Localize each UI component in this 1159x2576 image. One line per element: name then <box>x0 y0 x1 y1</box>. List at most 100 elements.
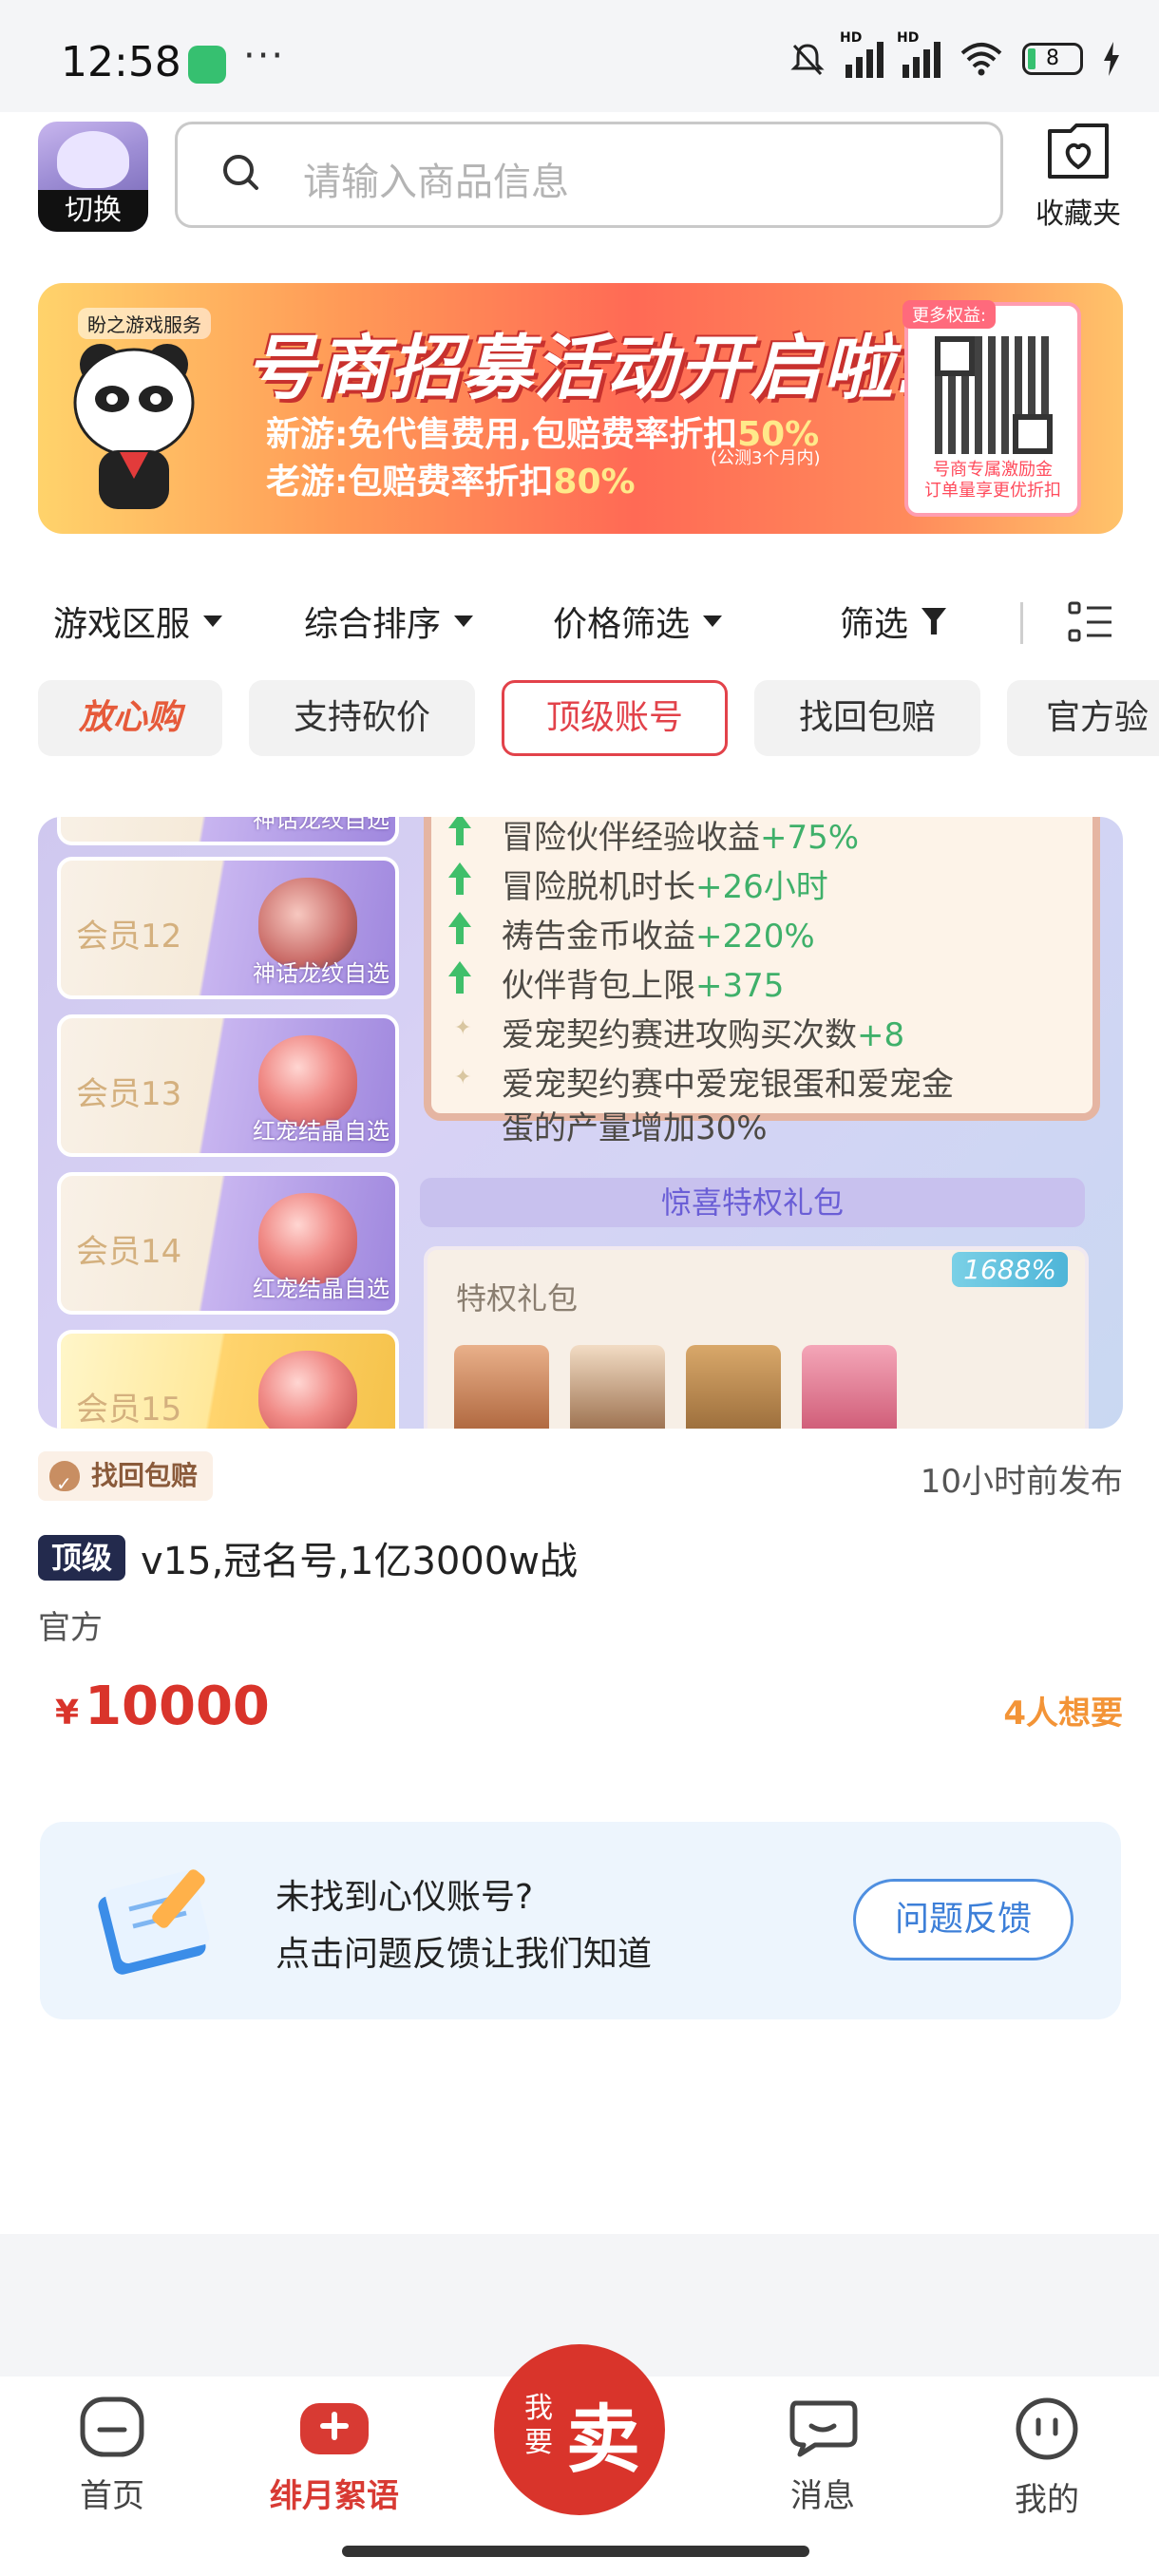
gift-box: 特权礼包 1688% <box>424 1246 1089 1429</box>
tier-caption: 红宠结晶自选 <box>253 1276 390 1302</box>
tab-game[interactable]: 绯月絮语 <box>258 2396 410 2516</box>
gift-crystal-icon <box>570 1345 665 1429</box>
filter-sort[interactable]: 综合排序 <box>304 597 474 646</box>
tag-chip-bargain[interactable]: 支持砍价 <box>249 680 475 756</box>
tab-home[interactable]: 首页 <box>36 2396 188 2516</box>
status-icons: HD HD 8 <box>788 30 1121 78</box>
perk-line: ✦ 爱宠契约赛进攻购买次数+8 <box>454 1009 904 1055</box>
filter-server-label: 游戏区服 <box>53 605 191 644</box>
promo-banner[interactable]: 盼之游戏服务 号商招募活动开启啦! 新游:免代售费用,包赔费率折扣50% 老游:… <box>38 283 1123 534</box>
price-value: 10000 <box>85 1676 270 1737</box>
wifi-icon <box>960 43 1002 76</box>
tab-messages[interactable]: 消息 <box>747 2396 899 2516</box>
filter-price[interactable]: 价格筛选 <box>553 597 723 646</box>
sparkle-icon: ✦ <box>454 1016 472 1040</box>
gift-emblem-icon <box>686 1345 781 1429</box>
filter-server[interactable]: 游戏区服 <box>53 597 223 646</box>
perk-value: +220% <box>695 918 815 956</box>
listing-title: v15,冠名号,1亿3000w战 <box>141 1540 578 1583</box>
signal-icon: HD <box>840 30 884 78</box>
sell-button[interactable]: 我要 卖 <box>494 2344 665 2515</box>
perk-value: +26小时 <box>695 868 828 906</box>
tag-chip-top-account[interactable]: 顶级账号 <box>502 680 728 756</box>
status-more: ··· <box>243 34 286 78</box>
search-input[interactable]: 请输入商品信息 <box>175 122 1003 228</box>
funnel-icon <box>922 608 947 635</box>
perk-line: 祷告金币收益+220% <box>448 910 815 957</box>
tag-chip-fangxin[interactable]: 放心购 <box>38 680 222 756</box>
perk-text: 伙伴背包上限 <box>502 967 695 1005</box>
search-icon <box>223 155 258 190</box>
vip-tier: 会员13 红宠结晶自选 <box>57 1014 399 1157</box>
qr-caption-2: 订单量享更优折扣 <box>924 481 1061 501</box>
perk-text: 爱宠契约赛中爱宠银蛋和爱宠金 <box>502 1066 954 1104</box>
arrow-up-icon <box>448 817 471 845</box>
favorites-button[interactable]: 收藏夹 <box>1026 122 1130 232</box>
tab-mine-label: 我的 <box>1015 2481 1079 2519</box>
filter-price-label: 价格筛选 <box>553 605 691 644</box>
game-switch-avatar[interactable]: 切换 <box>38 122 148 232</box>
caret-down-icon <box>703 616 723 627</box>
qr-code-icon <box>935 336 1053 454</box>
perk-value: +75% <box>760 819 860 857</box>
filter-more-label: 筛选 <box>840 605 909 644</box>
tab-mine[interactable]: 我的 <box>971 2396 1123 2520</box>
caret-down-icon <box>203 616 223 627</box>
top-header: 切换 请输入商品信息 收藏夹 <box>0 112 1159 245</box>
mute-bell-icon <box>790 44 825 76</box>
perk-text: 冒险伙伴经验收益 <box>502 819 760 857</box>
gift-title: 特权礼包 <box>456 1280 579 1316</box>
gift-card-icon <box>454 1345 549 1429</box>
status-time: 12:58 <box>61 38 181 86</box>
perk-text: 祷告金币收益 <box>502 918 695 956</box>
perk-line: 蛋的产量增加30% <box>502 1102 768 1148</box>
sparkle-icon: ✦ <box>454 1066 472 1089</box>
listing-image[interactable]: 神话龙纹自选 会员12 神话龙纹自选 会员13 红宠结晶自选 会员14 红宠结晶… <box>38 817 1123 1429</box>
qr-caption: 号商专属激励金 订单量享更优折扣 <box>908 460 1077 502</box>
perk-panel: 冒险伙伴经验收益+75% 冒险脱机时长+26小时 祷告金币收益+220% 伙伴背… <box>424 817 1100 1147</box>
feedback-line2: 点击问题反馈让我们知道 <box>276 1935 653 1974</box>
status-bar: 12:58 ··· HD HD 8 <box>0 0 1159 112</box>
gift-header: 惊喜特权礼包 <box>420 1178 1085 1227</box>
vip-tier-column: 神话龙纹自选 会员12 神话龙纹自选 会员13 红宠结晶自选 会员14 红宠结晶… <box>48 817 399 1429</box>
filter-more[interactable]: 筛选 <box>840 597 947 646</box>
feedback-button[interactable]: 问题反馈 <box>853 1879 1074 1960</box>
tier-caption: 红宠结晶自选 <box>253 1118 390 1145</box>
perk-line: 冒险伙伴经验收益+75% <box>448 817 860 858</box>
banner-line-old-value: 80% <box>553 463 636 502</box>
recover-guarantee-badge: 找回包赔 <box>38 1451 214 1508</box>
arrow-up-icon <box>448 862 471 895</box>
arrow-up-icon <box>448 961 471 994</box>
tier-name: 会员14 <box>76 1233 182 1271</box>
search-placeholder: 请输入商品信息 <box>303 161 569 204</box>
perk-line: 冒险脱机时长+26小时 <box>448 861 828 907</box>
gift-badge: 1688% <box>952 1252 1068 1287</box>
banner-line-old-text: 老游:包赔费率折扣 <box>266 463 554 502</box>
chat-bubble-icon <box>789 2400 858 2457</box>
profile-face-icon <box>1016 2397 1078 2460</box>
avatar-art <box>57 131 129 188</box>
divider <box>1020 602 1023 644</box>
gamepad-icon <box>300 2403 369 2454</box>
favorites-folder-icon <box>1048 123 1109 179</box>
tag-chip-official[interactable]: 官方验 <box>1007 680 1159 756</box>
panda-mascot-icon <box>73 344 195 509</box>
perk-value: +375 <box>695 967 785 1005</box>
home-indicator <box>342 2546 809 2557</box>
vip-tier: 神话龙纹自选 <box>57 817 399 845</box>
gift-heart-icon <box>802 1345 897 1429</box>
listing-title-row[interactable]: 顶级 v15,冠名号,1亿3000w战 <box>38 1531 578 1584</box>
tag-chip-recover[interactable]: 找回包赔 <box>754 680 980 756</box>
listing-price: ¥10000 <box>55 1676 270 1737</box>
home-icon <box>80 2396 144 2457</box>
filter-bar: 游戏区服 综合排序 价格筛选 筛选 <box>0 589 1159 653</box>
feedback-card: 未找到心仪账号? 点击问题反馈让我们知道 问题反馈 <box>40 1822 1121 2019</box>
perk-text: 蛋的产量增加30% <box>502 1109 768 1147</box>
banner-title: 号商招募活动开启啦! <box>245 328 929 409</box>
perk-text: 爱宠契约赛进攻购买次数 <box>502 1016 857 1054</box>
arrow-up-icon <box>448 912 471 944</box>
switch-label: 切换 <box>38 190 148 232</box>
post-time: 10小时前发布 <box>920 1463 1123 1501</box>
perk-line: 伙伴背包上限+375 <box>448 959 785 1006</box>
list-view-icon[interactable] <box>1068 600 1113 644</box>
